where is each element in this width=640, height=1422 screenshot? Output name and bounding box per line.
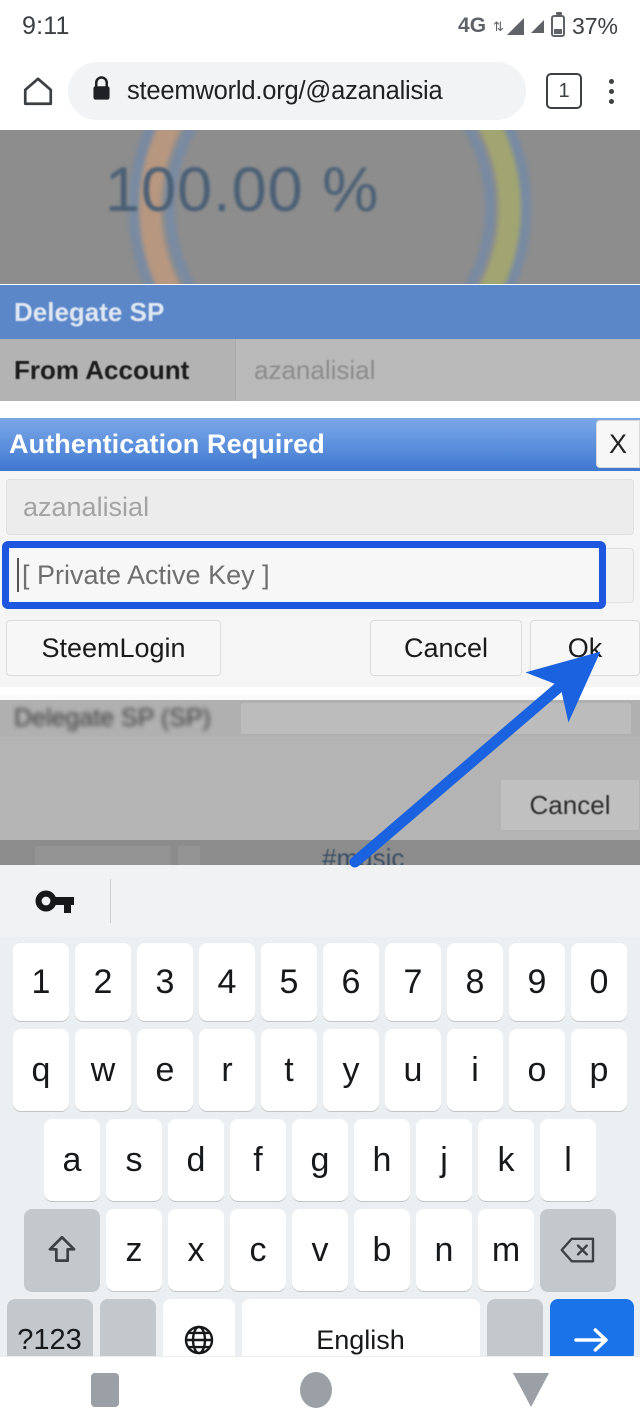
auth-dialog-body: azanalisial [ Private Active Key ] Steem… <box>0 471 640 687</box>
key-f[interactable]: f <box>230 1119 286 1201</box>
signal-bars-icon <box>530 19 544 33</box>
key-g[interactable]: g <box>292 1119 348 1201</box>
key-icon[interactable] <box>0 888 110 914</box>
authentication-dialog: Authentication Required X azanalisial [ … <box>0 418 640 695</box>
network-type-label: 4G <box>458 14 487 37</box>
delegate-sp-title: Delegate SP <box>14 296 165 327</box>
key-q[interactable]: q <box>13 1029 69 1111</box>
auth-dialog-actions: SteemLogin Cancel Ok <box>0 609 640 687</box>
page-tag-row: #music <box>0 840 640 865</box>
home-icon[interactable] <box>18 71 58 111</box>
status-indicators: 4G ⇅ 37% <box>458 12 618 40</box>
text-caret <box>17 558 19 592</box>
lock-icon <box>90 75 113 107</box>
shift-arrow-icon[interactable] <box>24 1209 100 1291</box>
key-c[interactable]: c <box>230 1209 286 1291</box>
status-time: 9:11 <box>22 11 70 40</box>
data-transfer-icon: ⇅ <box>493 18 504 34</box>
key-e[interactable]: e <box>137 1029 193 1111</box>
private-key-input[interactable]: [ Private Active Key ] <box>2 541 606 609</box>
key-0[interactable]: 0 <box>571 943 627 1021</box>
delegation-gauge: 100.00 % <box>0 130 640 284</box>
auth-dialog-header: Authentication Required X <box>0 418 640 471</box>
key-3[interactable]: 3 <box>137 943 193 1021</box>
key-4[interactable]: 4 <box>199 943 255 1021</box>
key-j[interactable]: j <box>416 1119 472 1201</box>
steemlogin-button[interactable]: SteemLogin <box>6 620 221 676</box>
triangle-back-icon[interactable] <box>513 1372 550 1407</box>
url-text: steemworld.org/@azanalisia <box>127 76 443 105</box>
key-z[interactable]: z <box>106 1209 162 1291</box>
key-a[interactable]: a <box>44 1119 100 1201</box>
from-account-field[interactable]: azanalisial <box>235 339 640 401</box>
page-cancel-button[interactable]: Cancel <box>500 779 640 831</box>
on-screen-keyboard: 1 2 3 4 5 6 7 8 9 0 q w e r t y u i o p … <box>0 865 640 1381</box>
key-o[interactable]: o <box>509 1029 565 1111</box>
key-8[interactable]: 8 <box>447 943 503 1021</box>
page-tag-label: #music <box>322 843 405 865</box>
key-9[interactable]: 9 <box>509 943 565 1021</box>
private-key-placeholder: [ Private Active Key ] <box>22 559 270 590</box>
suggestion-divider <box>110 879 111 923</box>
key-5[interactable]: 5 <box>261 943 317 1021</box>
key-d[interactable]: d <box>168 1119 224 1201</box>
backspace-icon[interactable] <box>540 1209 616 1291</box>
key-y[interactable]: y <box>323 1029 379 1111</box>
key-x[interactable]: x <box>168 1209 224 1291</box>
kebab-menu-icon[interactable] <box>596 71 626 111</box>
keyboard-row-bottom: z x c v b n m <box>4 1209 636 1291</box>
signal-bars-icon <box>506 17 524 35</box>
page-cancel-label: Cancel <box>529 789 611 820</box>
auth-dialog-title: Authentication Required <box>9 429 325 459</box>
delegate-sp-header: Delegate SP <box>0 285 640 339</box>
tab-counter-button[interactable]: 1 <box>546 73 582 109</box>
key-6[interactable]: 6 <box>323 943 379 1021</box>
key-s[interactable]: s <box>106 1119 162 1201</box>
key-t[interactable]: t <box>261 1029 317 1111</box>
circle-home-icon[interactable] <box>299 1371 332 1408</box>
cancel-button[interactable]: Cancel <box>370 620 522 676</box>
ok-button[interactable]: Ok <box>530 620 640 676</box>
key-i[interactable]: i <box>447 1029 503 1111</box>
key-b[interactable]: b <box>354 1209 410 1291</box>
keyboard-row-qwerty: q w e r t y u i o p <box>4 1029 636 1111</box>
obscured-field-input[interactable] <box>240 702 632 735</box>
key-r[interactable]: r <box>199 1029 255 1111</box>
key-l[interactable]: l <box>540 1119 596 1201</box>
from-account-value: azanalisial <box>254 354 376 385</box>
key-7[interactable]: 7 <box>385 943 441 1021</box>
key-v[interactable]: v <box>292 1209 348 1291</box>
square-recents-icon[interactable] <box>90 1372 119 1407</box>
system-nav-bar <box>0 1356 640 1422</box>
key-k[interactable]: k <box>478 1119 534 1201</box>
key-w[interactable]: w <box>75 1029 131 1111</box>
gauge-percent-label: 100.00 % <box>105 155 380 225</box>
keyboard-row-home: a s d f g h j k l <box>4 1119 636 1201</box>
key-m[interactable]: m <box>478 1209 534 1291</box>
obscured-field-row: Delegate SP (SP) <box>0 700 640 737</box>
key-n[interactable]: n <box>416 1209 472 1291</box>
battery-percent-label: 37% <box>571 12 618 39</box>
keyboard-suggestion-bar <box>0 865 640 937</box>
private-key-row: [ Private Active Key ] <box>0 541 640 609</box>
key-1[interactable]: 1 <box>13 943 69 1021</box>
key-2[interactable]: 2 <box>75 943 131 1021</box>
username-value: azanalisial <box>23 491 150 522</box>
browser-toolbar: steemworld.org/@azanalisia 1 <box>0 52 640 130</box>
key-h[interactable]: h <box>354 1119 410 1201</box>
status-bar: 9:11 4G ⇅ 37% <box>0 0 640 52</box>
battery-icon <box>550 12 565 37</box>
close-icon[interactable]: X <box>596 420 640 468</box>
keyboard-rows: 1 2 3 4 5 6 7 8 9 0 q w e r t y u i o p … <box>0 937 640 1381</box>
obscured-field-label: Delegate SP (SP) <box>14 704 211 732</box>
from-account-label: From Account <box>14 354 190 385</box>
url-bar[interactable]: steemworld.org/@azanalisia <box>68 62 526 120</box>
key-u[interactable]: u <box>385 1029 441 1111</box>
keyboard-row-numbers: 1 2 3 4 5 6 7 8 9 0 <box>4 943 636 1021</box>
key-p[interactable]: p <box>571 1029 627 1111</box>
username-field[interactable]: azanalisial <box>6 479 634 535</box>
from-account-row: From Account azanalisial <box>0 339 640 401</box>
